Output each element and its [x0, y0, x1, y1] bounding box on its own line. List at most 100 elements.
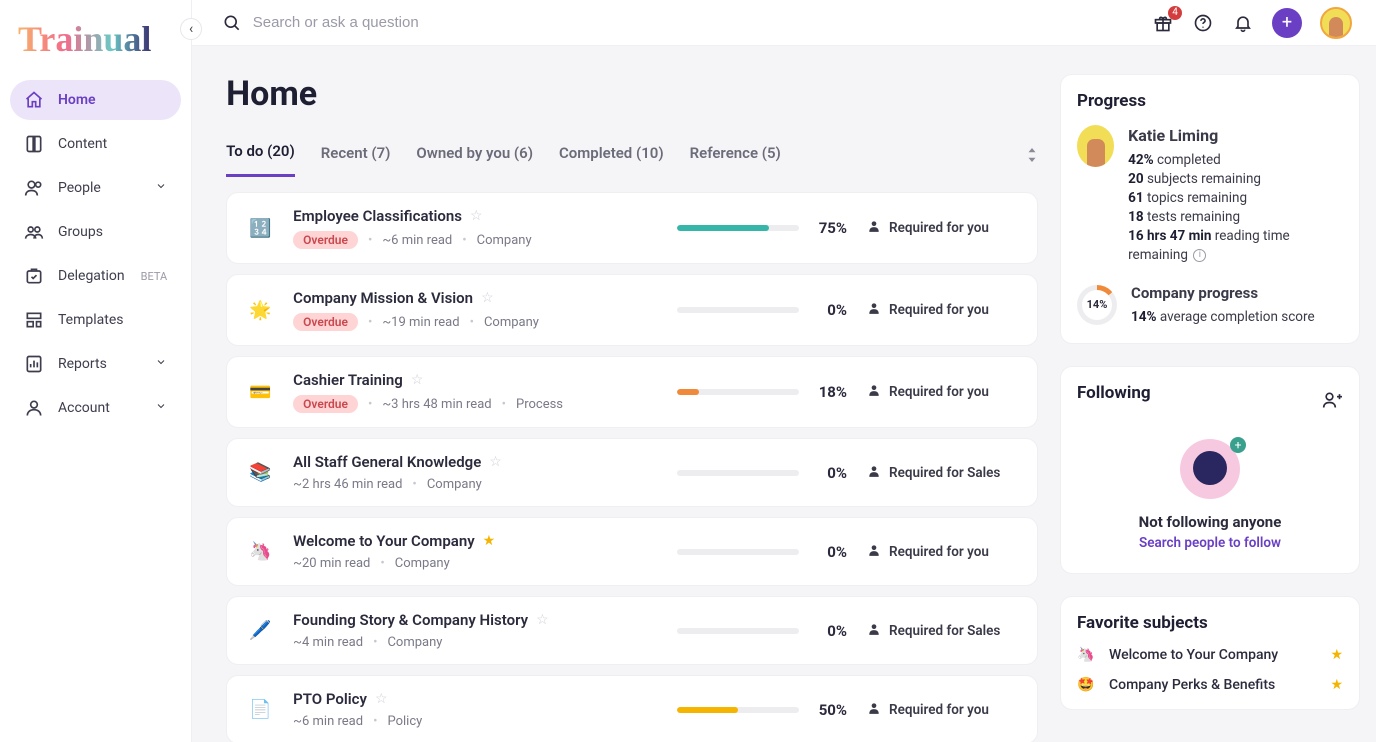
sidebar-item-templates[interactable]: Templates	[10, 300, 181, 340]
search[interactable]	[216, 3, 696, 43]
collapse-sidebar-button[interactable]: ‹	[180, 18, 202, 40]
avatar[interactable]	[1320, 7, 1352, 39]
star-icon[interactable]: ☆	[481, 290, 494, 306]
following-panel: Following + Not following anyone Search …	[1060, 366, 1360, 574]
progress: 75%	[677, 219, 847, 237]
page-title: Home	[226, 74, 1050, 114]
category: Company	[484, 315, 539, 330]
chevron-down-icon	[155, 356, 167, 372]
tab[interactable]: Recent (7)	[321, 138, 391, 176]
plus-icon: +	[1282, 12, 1292, 33]
tab[interactable]: Completed (10)	[559, 138, 664, 176]
following-illustration: +	[1180, 439, 1240, 499]
beta-badge: BETA	[141, 270, 168, 283]
todo-card[interactable]: 🦄Welcome to Your Company★~20 min read•Co…	[226, 517, 1038, 586]
card-meta: Overdue•~19 min read•Company	[293, 313, 657, 331]
star-icon[interactable]: ★	[483, 533, 496, 549]
star-icon[interactable]: ★	[1330, 647, 1343, 663]
search-icon	[222, 12, 243, 34]
overdue-badge: Overdue	[293, 395, 358, 413]
chevron-left-icon: ‹	[189, 21, 193, 37]
favorite-item[interactable]: 🦄Welcome to Your Company★	[1077, 647, 1343, 663]
category: Company	[427, 477, 482, 492]
sidebar-item-label: Delegation	[58, 268, 125, 284]
progress: 0%	[677, 543, 847, 561]
star-icon[interactable]: ☆	[375, 691, 388, 707]
sidebar-item-label: Reports	[58, 356, 107, 372]
pct-label: 18%	[809, 383, 847, 401]
sidebar-item-label: Account	[58, 400, 110, 416]
add-follow-icon[interactable]	[1321, 389, 1343, 411]
sidebar-item-account[interactable]: Account	[10, 388, 181, 428]
todo-card[interactable]: 🖊️ Founding Story & Company History ☆ ~4 mi…	[226, 596, 1038, 665]
todo-card[interactable]: 📚All Staff General Knowledge☆~2 hrs 46 m…	[226, 438, 1038, 507]
favorite-item[interactable]: 🤩Company Perks & Benefits★	[1077, 677, 1343, 693]
todo-card[interactable]: 🔢Employee Classifications☆Overdue•~6 min…	[226, 192, 1038, 264]
tab[interactable]: Owned by you (6)	[416, 138, 533, 176]
category: Company	[395, 556, 450, 571]
gift-icon[interactable]: 4	[1152, 12, 1174, 34]
subject-emoji-icon: 📄	[247, 699, 273, 720]
progress: 0%	[677, 622, 847, 640]
progress-heading: Progress	[1077, 91, 1343, 111]
sidebar-item-content[interactable]: Content	[10, 124, 181, 164]
person-icon	[867, 219, 881, 237]
progress: 0%	[677, 301, 847, 319]
todo-card[interactable]: 📄PTO Policy☆~6 min read•Policy50%Require…	[226, 675, 1038, 742]
pct-label: 0%	[809, 622, 847, 640]
sort-button[interactable]	[1026, 148, 1050, 166]
search-input[interactable]	[253, 14, 696, 31]
card-meta: Overdue•~6 min read•Company	[293, 231, 657, 249]
star-icon[interactable]: ☆	[489, 454, 502, 470]
logo[interactable]: Trainual	[0, 0, 191, 80]
bell-icon[interactable]	[1232, 12, 1254, 34]
todo-card[interactable]: 🌟Company Mission & Vision☆Overdue•~19 mi…	[226, 274, 1038, 346]
required-label: Required for you	[867, 543, 1017, 561]
card-meta: ~6 min read•Policy	[293, 714, 657, 729]
read-time: ~6 min read	[382, 233, 452, 248]
subject-emoji-icon: 🖊️	[247, 620, 273, 641]
tab[interactable]: Reference (5)	[690, 138, 781, 176]
delegation-icon	[24, 266, 44, 286]
star-icon[interactable]: ☆	[470, 208, 483, 224]
info-icon[interactable]: i	[1193, 249, 1206, 262]
sidebar: ‹ Trainual Home Content People Groups Delega…	[0, 0, 192, 742]
sidebar-item-label: Home	[58, 92, 96, 108]
tab[interactable]: To do (20)	[226, 136, 295, 177]
sidebar-item-label: People	[58, 180, 101, 196]
star-icon[interactable]: ☆	[411, 372, 424, 388]
card-title: Employee Classifications	[293, 207, 462, 225]
read-time: ~3 hrs 48 min read	[382, 397, 491, 412]
progress-panel: Progress Katie Liming 42% completed 20 s…	[1060, 74, 1360, 344]
create-button[interactable]: +	[1272, 8, 1302, 38]
sidebar-nav: Home Content People Groups Delegation BETA Tem…	[0, 80, 191, 428]
sidebar-item-label: Groups	[58, 224, 103, 240]
todo-card[interactable]: 💳Cashier Training☆Overdue•~3 hrs 48 min …	[226, 356, 1038, 428]
user-avatar[interactable]	[1077, 125, 1114, 167]
help-icon[interactable]	[1192, 12, 1214, 34]
sidebar-item-home[interactable]: Home	[10, 80, 181, 120]
read-time: ~20 min read	[293, 556, 370, 571]
favorite-label: Company Perks & Benefits	[1109, 677, 1275, 693]
progress: 50%	[677, 701, 847, 719]
card-meta: ~4 min read•Company	[293, 635, 657, 650]
favorites-panel: Favorite subjects 🦄Welcome to Your Compa…	[1060, 596, 1360, 710]
following-heading: Following	[1077, 383, 1151, 403]
pct-label: 0%	[809, 301, 847, 319]
card-title: Founding Story & Company History	[293, 611, 528, 629]
sidebar-item-groups[interactable]: Groups	[10, 212, 181, 252]
company-progress-ring: 14%	[1077, 285, 1117, 325]
required-label: Required for you	[867, 219, 1017, 237]
star-icon[interactable]: ☆	[536, 612, 549, 628]
sidebar-item-reports[interactable]: Reports	[10, 344, 181, 384]
following-cta[interactable]: Search people to follow	[1077, 535, 1343, 551]
subject-emoji-icon: 🦄	[247, 541, 273, 562]
sidebar-item-delegation[interactable]: Delegation BETA	[10, 256, 181, 296]
pct-label: 0%	[809, 464, 847, 482]
home-icon	[24, 90, 44, 110]
sidebar-item-people[interactable]: People	[10, 168, 181, 208]
people-icon	[24, 178, 44, 198]
person-icon	[867, 301, 881, 319]
star-icon[interactable]: ★	[1330, 677, 1343, 693]
groups-icon	[24, 222, 44, 242]
